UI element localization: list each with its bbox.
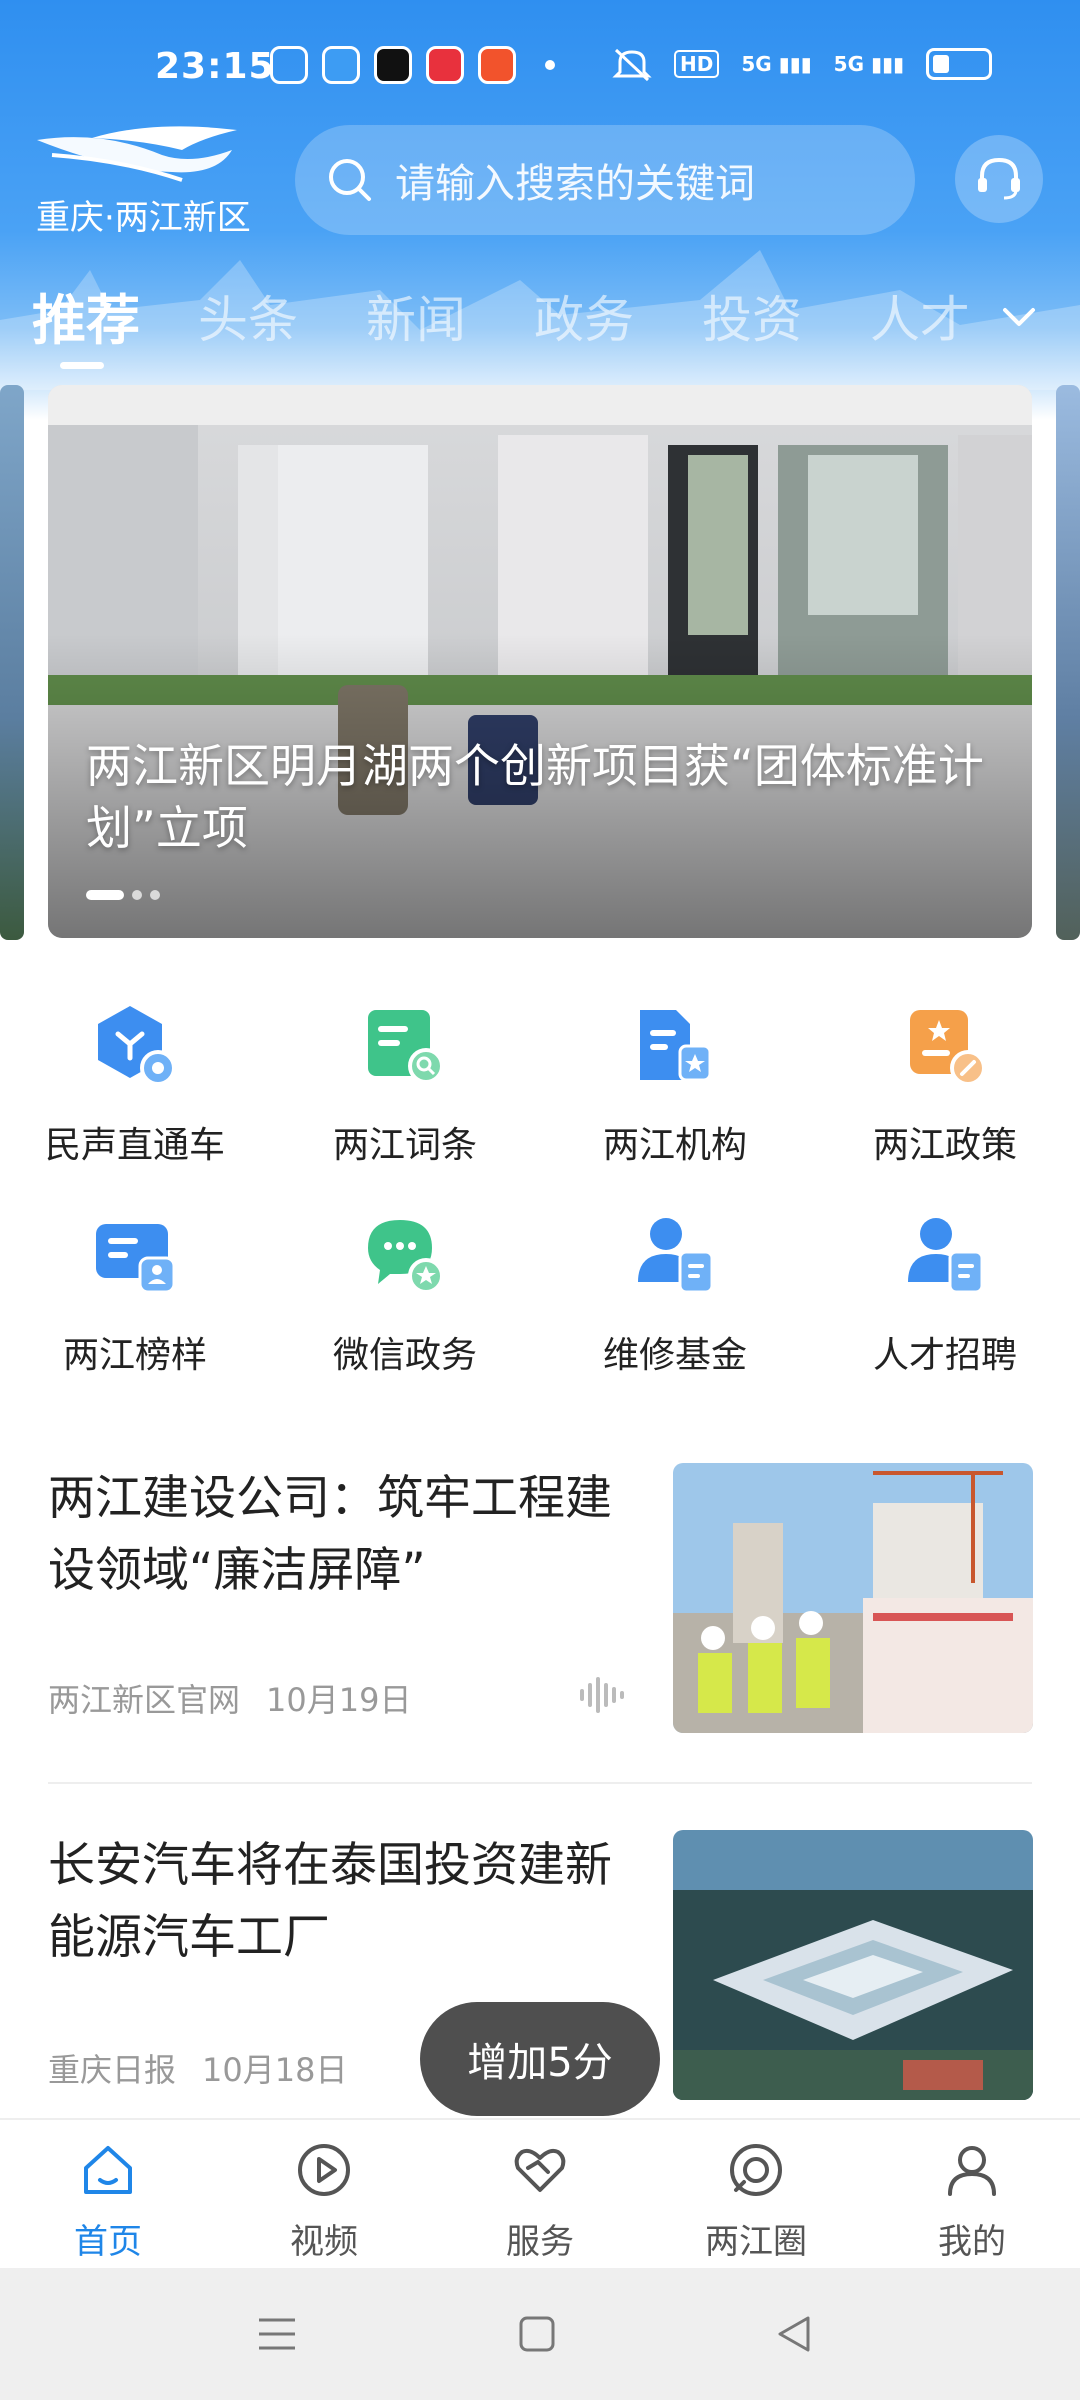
- nav-video[interactable]: 视频: [216, 2140, 432, 2263]
- more-notifications-dot: [545, 60, 555, 70]
- search-icon: [329, 159, 371, 201]
- headset-icon: [978, 157, 1020, 200]
- news-date: 10月19日: [266, 1681, 412, 1719]
- building-star-icon: [640, 1010, 712, 1082]
- carousel-dot: [132, 890, 142, 900]
- service-liangjiang-entries[interactable]: 两江词条: [270, 1000, 540, 1168]
- nav-services[interactable]: 服务: [432, 2140, 648, 2263]
- video-app-icon: [426, 46, 464, 84]
- service-liangjiang-policies[interactable]: 两江政策: [810, 1000, 1080, 1168]
- wechat-star-icon: [368, 1220, 444, 1294]
- signal-icon: 5G ▮▮▮: [741, 52, 812, 76]
- nav-mine[interactable]: 我的: [864, 2140, 1080, 2263]
- signal-icon: 5G ▮▮▮: [833, 52, 904, 76]
- service-label: 两江词条: [332, 1125, 477, 1166]
- status-time: 23:15: [155, 46, 275, 87]
- policy-edit-icon: [910, 1010, 986, 1086]
- active-tab-indicator: [60, 362, 104, 369]
- audio-wave-icon[interactable]: [578, 1675, 626, 1715]
- status-right-icons: HD 5G ▮▮▮ 5G ▮▮▮: [612, 46, 992, 82]
- tab-news[interactable]: 新闻: [366, 280, 466, 352]
- battery-icon: [926, 48, 992, 80]
- news-divider: [48, 1782, 1032, 1784]
- tab-government[interactable]: 政务: [534, 280, 634, 352]
- carousel-dot: [150, 890, 160, 900]
- header: 23:15 HD 5G ▮▮▮ 5G ▮▮▮ 重庆·两江新区 请输入搜索的关键词…: [0, 0, 1080, 420]
- circle-chat-icon: [730, 2144, 782, 2196]
- nav-label: 首页: [74, 2222, 142, 2262]
- user-icon: [948, 2146, 996, 2196]
- app-logo: 重庆·两江新区: [32, 120, 272, 240]
- service-label: 两江榜样: [62, 1335, 207, 1376]
- nav-label: 我的: [938, 2222, 1006, 2262]
- system-navigation-bar: [0, 2268, 1080, 2400]
- category-tabs: 推荐 头条 新闻 政务 投资 人才: [0, 270, 1080, 370]
- tab-talent[interactable]: 人才: [870, 280, 970, 352]
- home-icon: [84, 2146, 132, 2194]
- notification-app-icons: [270, 46, 516, 84]
- app-notification-icon: [322, 46, 360, 84]
- service-label: 人才招聘: [872, 1335, 1017, 1376]
- news-title[interactable]: 两江建设公司：筑牢工程建设领域“廉洁屏障”: [48, 1463, 628, 1607]
- service-label: 维修基金: [602, 1335, 747, 1376]
- hd-badge: HD: [674, 50, 720, 78]
- nav-label: 两江圈: [705, 2222, 807, 2262]
- factory-aerial-image: [673, 1830, 1033, 2100]
- nav-label: 视频: [290, 2222, 358, 2262]
- nav-home[interactable]: 首页: [0, 2140, 216, 2263]
- news-date: 10月18日: [202, 2051, 348, 2089]
- handshake-icon: [514, 2148, 566, 2192]
- service-talent-recruitment[interactable]: 人才招聘: [810, 1210, 1080, 1378]
- service-label: 两江机构: [602, 1125, 747, 1166]
- service-maintenance-fund[interactable]: 维修基金: [540, 1210, 810, 1378]
- nav-label: 服务: [506, 2222, 574, 2262]
- mute-icon: [612, 48, 652, 82]
- person-document-icon: [908, 1218, 984, 1294]
- chevron-down-icon[interactable]: [995, 292, 1043, 340]
- service-liangjiang-models[interactable]: 两江榜样: [0, 1210, 270, 1378]
- app-notification-icon: [270, 46, 308, 84]
- tiktok-icon: [374, 46, 412, 84]
- search-placeholder: 请输入搜索的关键词: [395, 161, 755, 207]
- news-banner[interactable]: 两江新区明月湖两个创新项目获“团体标准计划”立项: [48, 385, 1032, 938]
- customer-service-button[interactable]: [955, 135, 1043, 223]
- logo-text: 重庆·两江新区: [36, 198, 251, 238]
- news-meta: 两江新区官网 10月19日: [48, 1675, 411, 1721]
- hexagon-chat-icon: [98, 1006, 176, 1086]
- next-banner-peek[interactable]: [1056, 385, 1080, 940]
- service-label: 两江政策: [872, 1125, 1017, 1166]
- swan-logo-icon: [37, 126, 237, 182]
- nav-liangjiang-circle[interactable]: 两江圈: [648, 2140, 864, 2263]
- bottom-navigation: 首页 视频 服务 两江圈 我的: [0, 2118, 1080, 2268]
- news-meta: 重庆日报 10月18日: [48, 2045, 347, 2091]
- document-search-icon: [368, 1010, 444, 1084]
- person-document-icon: [638, 1218, 714, 1294]
- tab-headlines[interactable]: 头条: [198, 280, 298, 352]
- status-bar: 23:15 HD 5G ▮▮▮ 5G ▮▮▮: [0, 0, 1080, 130]
- construction-site-image: [673, 1463, 1033, 1733]
- points-toast: 增加5分: [420, 2002, 660, 2116]
- news-title[interactable]: 长安汽车将在泰国投资建新能源汽车工厂: [48, 1830, 628, 1974]
- search-bar[interactable]: 请输入搜索的关键词: [295, 125, 915, 235]
- shopping-app-icon: [478, 46, 516, 84]
- news-item[interactable]: 两江建设公司：筑牢工程建设领域“廉洁屏障” 两江新区官网 10月19日: [48, 1463, 1033, 1743]
- carousel-dot-active: [86, 890, 124, 900]
- tab-recommend[interactable]: 推荐: [32, 276, 140, 355]
- service-liangjiang-institutions[interactable]: 两江机构: [540, 1000, 810, 1168]
- service-wechat-government[interactable]: 微信政务: [270, 1210, 540, 1378]
- menu-icon[interactable]: [255, 2314, 299, 2354]
- service-minsheng-express[interactable]: 民声直通车: [0, 1000, 270, 1168]
- service-label: 民声直通车: [44, 1125, 225, 1166]
- home-square-icon[interactable]: [517, 2314, 557, 2354]
- news-source: 两江新区官网: [48, 1681, 241, 1719]
- back-icon[interactable]: [774, 2312, 814, 2356]
- service-label: 微信政务: [332, 1335, 477, 1376]
- news-source: 重庆日报: [48, 2051, 177, 2089]
- carousel-indicator: [86, 890, 160, 900]
- previous-banner-peek[interactable]: [0, 385, 24, 940]
- tab-investment[interactable]: 投资: [702, 280, 802, 352]
- card-person-icon: [96, 1224, 176, 1294]
- banner-title[interactable]: 两江新区明月湖两个创新项目获“团体标准计划”立项: [86, 735, 1006, 859]
- play-circle-icon: [298, 2144, 350, 2196]
